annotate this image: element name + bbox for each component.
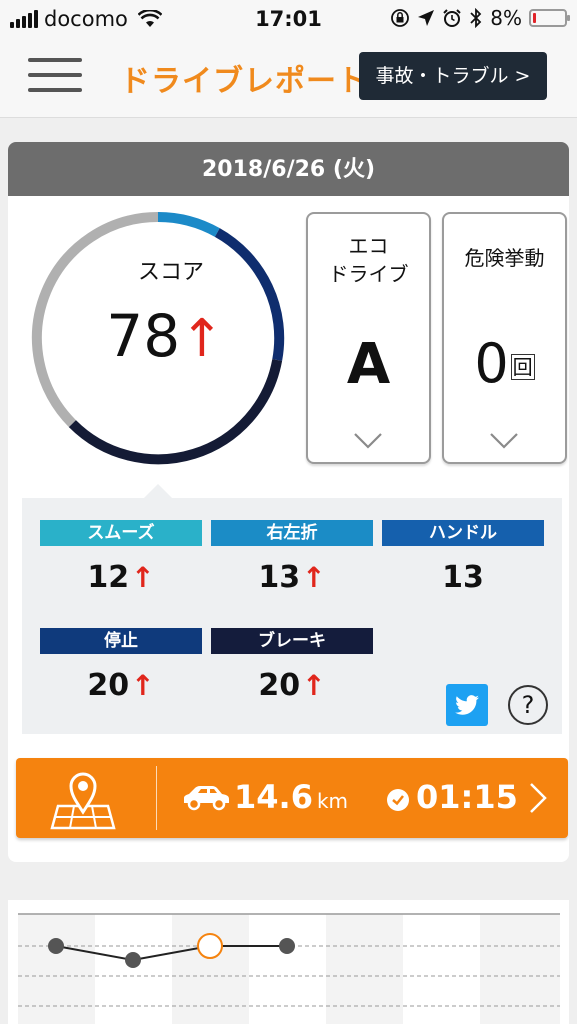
score-label: スコア [137,260,204,285]
eco-drive-panel[interactable]: エコ ドライブ A [306,212,431,464]
up-arrow-icon: ↑ [131,669,155,702]
metric-number: 13 [442,560,484,595]
chevron-right-icon [530,783,547,813]
metric-number: 12 [87,560,130,595]
status-right: 8% [390,6,570,30]
score-breakdown-panel: スムーズ 12↑ 右左折 13↑ ハンドル 13 停止 20↑ ブレーキ 20↑… [22,498,562,734]
car-icon [184,786,229,811]
metric-value: 13 [382,560,544,595]
metric-value: 12↑ [40,560,202,595]
metric-label: スムーズ [40,520,202,546]
twitter-icon [455,695,479,715]
score-value: 78↑ [90,302,240,370]
clock-icon [387,789,409,811]
history-point[interactable] [197,933,223,959]
metric-turn: 右左折 13↑ [211,520,373,595]
battery-percent: 8% [490,6,522,30]
panel-pointer [144,484,172,498]
score-number: 78 [106,302,181,370]
alarm-icon [443,9,461,27]
danger-behavior-title: 危険挙動 [464,246,545,270]
metric-number: 20 [87,668,130,703]
metric-label: ハンドル [382,520,544,546]
map-pin-icon [50,772,116,830]
drive-report-card: 2018/6/26 (火) スコア 78↑ エコ ドライブ A 危険挙動 0回 … [8,142,569,862]
bluetooth-icon [470,8,482,28]
metric-value: 13↑ [211,560,373,595]
metric-steering: ハンドル 13 [382,520,544,595]
status-bar: docomo 17:01 8% [0,0,577,38]
route-summary-button[interactable]: 14.6 km 01:15 [16,758,568,838]
eco-drive-title-line2: ドライブ [328,262,409,286]
twitter-share-button[interactable] [446,684,488,726]
metric-value: 20↑ [40,668,202,703]
up-arrow-icon: ↑ [180,309,224,369]
battery-level [533,13,536,23]
metric-stop: 停止 20↑ [40,628,202,703]
distance-number: 14.6 [234,778,313,816]
up-arrow-icon: ↑ [131,561,155,594]
orientation-lock-icon [391,9,410,27]
page-title: ドライブレポート [120,64,368,99]
up-arrow-icon: ↑ [302,669,326,702]
metric-label: 停止 [40,628,202,654]
metric-value: 20↑ [211,668,373,703]
danger-count-unit: 回 [510,354,535,380]
route-divider [156,766,157,830]
metric-brake: ブレーキ 20↑ [211,628,373,703]
history-point[interactable] [48,938,64,954]
distance-unit: km [316,789,349,813]
score-history-chart [18,913,560,1024]
history-point[interactable] [279,938,295,954]
battery-icon [529,9,570,27]
up-arrow-icon: ↑ [302,561,326,594]
report-date: 2018/6/26 (火) [8,142,569,196]
chevron-down-icon [354,433,382,449]
app-header: ドライブレポート 事故・トラブル > [0,38,577,118]
duration-value: 01:15 [416,778,518,816]
danger-behavior-count: 0回 [444,332,565,395]
metric-number: 20 [258,668,301,703]
hamburger-icon[interactable] [28,58,82,94]
metric-smooth: スムーズ 12↑ [40,520,202,595]
distance-value: 14.6 km [234,778,348,816]
chevron-down-icon [490,433,518,449]
metric-number: 13 [258,560,301,595]
score-history-card [8,900,569,1024]
help-button[interactable]: ? [508,685,548,725]
location-icon [418,10,435,26]
history-point[interactable] [125,952,141,968]
danger-count-value: 0 [474,332,509,395]
metric-label: 右左折 [211,520,373,546]
eco-drive-grade: A [346,332,391,397]
accident-trouble-button[interactable]: 事故・トラブル > [359,52,547,100]
eco-drive-title-line1: エコ [348,234,389,258]
eco-drive-title: エコ ドライブ [308,232,429,288]
danger-behavior-panel[interactable]: 危険挙動 0回 [442,212,567,464]
metric-label: ブレーキ [211,628,373,654]
